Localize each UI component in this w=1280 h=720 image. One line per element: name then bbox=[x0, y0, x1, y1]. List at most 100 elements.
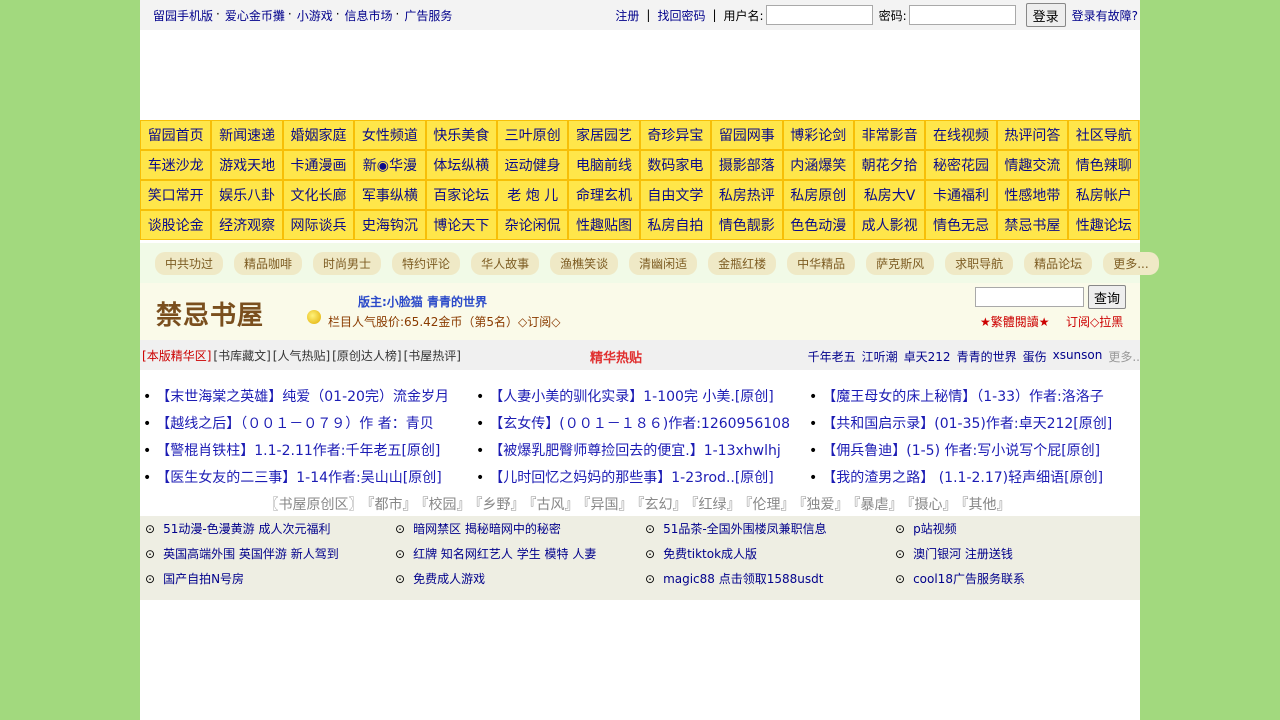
nav-item[interactable]: 谈股论金 bbox=[140, 210, 212, 240]
thread-title[interactable]: 【佣兵鲁迪】(1-5) 作者:写小说写个屁[原创] bbox=[822, 443, 1100, 459]
subnav-item[interactable]: 萨克斯风 bbox=[866, 251, 935, 275]
top-link-games[interactable]: 小游戏 bbox=[297, 7, 333, 24]
ad-item[interactable]: ⊙ magic88 点击领取1588usdt bbox=[640, 570, 890, 587]
more-authors-link[interactable]: 更多.. bbox=[1108, 348, 1140, 365]
genre-link[interactable]: 『乡野』 bbox=[476, 497, 525, 513]
thread-title[interactable]: 【我的渣男之路】 (1.1-2.17)轻声细语[原创] bbox=[822, 470, 1103, 486]
genre-link[interactable]: 『其他』 bbox=[962, 497, 1011, 513]
nav-item[interactable]: 留园网事 bbox=[711, 120, 783, 150]
nav-item[interactable]: 私房帐户 bbox=[1068, 180, 1140, 210]
ad-label[interactable]: 国产自拍N号房 bbox=[163, 572, 244, 586]
nav-item[interactable]: 卡通漫画 bbox=[282, 150, 355, 180]
nav-item[interactable]: 情色靓影 bbox=[711, 210, 783, 240]
nav-item[interactable]: 私房原创 bbox=[782, 180, 854, 210]
ad-item[interactable]: ⊙ 红牌 知名网红艺人 学生 模特 人妻 bbox=[390, 545, 640, 562]
thread-title[interactable]: 【共和国启示录】(01-35)作者:卓天212[原创] bbox=[822, 416, 1112, 432]
moderators[interactable]: 版主:小脸猫 青青的世界 bbox=[358, 293, 487, 310]
thread-item[interactable]: • 【被爆乳肥臀师尊捡回去的便宜.】1-13xhwlhj bbox=[473, 440, 806, 460]
nav-item[interactable]: 摄影部落 bbox=[711, 150, 783, 180]
nav-item[interactable]: 新闻速递 bbox=[211, 120, 283, 150]
ad-label[interactable]: 澳门银河 注册送钱 bbox=[913, 547, 1013, 561]
nav-item[interactable]: 网际谈兵 bbox=[282, 210, 355, 240]
ad-label[interactable]: 英国高端外围 英国伴游 新人驾到 bbox=[163, 547, 339, 561]
nav-item[interactable]: 婚姻家庭 bbox=[282, 120, 355, 150]
top-link-coin[interactable]: 爱心金币攤 bbox=[225, 7, 285, 24]
thread-title[interactable]: 【儿时回忆之妈妈的那些事】1-23rod..[原创] bbox=[489, 470, 774, 486]
nav-item[interactable]: 车迷沙龙 bbox=[140, 150, 212, 180]
nav-item[interactable]: 笑口常开 bbox=[140, 180, 212, 210]
nav-item[interactable]: 数码家电 bbox=[639, 150, 712, 180]
top-link-ads[interactable]: 广告服务 bbox=[404, 7, 452, 24]
thread-item[interactable]: • 【共和国启示录】(01-35)作者:卓天212[原创] bbox=[806, 413, 1139, 433]
thread-title[interactable]: 【魔王母女的床上秘情】（1-33）作者:洛洛子 bbox=[822, 389, 1104, 405]
tab-item[interactable]: [书屋热评] bbox=[404, 347, 461, 364]
thread-item[interactable]: • 【警棍肖铁柱】1.1-2.11作者:千年老五[原创] bbox=[140, 440, 473, 460]
top-link-market[interactable]: 信息市场 bbox=[345, 7, 393, 24]
tab-label[interactable]: 书库藏文 bbox=[218, 349, 266, 363]
nav-item[interactable]: 私房热评 bbox=[711, 180, 783, 210]
ad-label[interactable]: 红牌 知名网红艺人 学生 模特 人妻 bbox=[413, 547, 596, 561]
board-search-button[interactable]: 查询 bbox=[1088, 285, 1127, 309]
tab-item[interactable]: [原创达人榜] bbox=[332, 347, 401, 364]
ad-label[interactable]: cool18广告服务联系 bbox=[913, 572, 1025, 586]
genre-link[interactable]: 『都市』 bbox=[368, 497, 417, 513]
thread-title[interactable]: 【人妻小美的驯化实录】1-100完 小美.[原创] bbox=[489, 389, 774, 405]
subnav-item[interactable]: 特约评论 bbox=[392, 251, 461, 275]
nav-item[interactable]: 在线视频 bbox=[925, 120, 997, 150]
nav-item[interactable]: 私房自拍 bbox=[639, 210, 712, 240]
nav-item[interactable]: 自由文学 bbox=[639, 180, 712, 210]
tab-label[interactable]: 书屋热评 bbox=[408, 349, 456, 363]
subnav-item[interactable]: 渔樵笑谈 bbox=[550, 251, 619, 275]
genre-link[interactable]: 『校园』 bbox=[422, 497, 471, 513]
nav-item[interactable]: 性趣论坛 bbox=[1068, 210, 1140, 240]
genre-link[interactable]: 『异国』 bbox=[584, 497, 633, 513]
nav-item[interactable]: 新◉华漫 bbox=[354, 150, 426, 180]
ad-item[interactable]: ⊙ p站视频 bbox=[890, 520, 1140, 537]
ad-label[interactable]: 暗网禁区 揭秘暗网中的秘密 bbox=[413, 522, 561, 536]
nav-item[interactable]: 运动健身 bbox=[496, 150, 569, 180]
nav-item[interactable]: 老 炮 儿 bbox=[496, 180, 569, 210]
thread-item[interactable]: • 【佣兵鲁迪】(1-5) 作者:写小说写个屁[原创] bbox=[806, 440, 1139, 460]
ad-label[interactable]: 51品茶-全国外围楼凤兼职信息 bbox=[663, 522, 827, 536]
nav-item[interactable]: 娱乐八卦 bbox=[211, 180, 283, 210]
thread-item[interactable]: • 【末世海棠之英雄】纯爱（01-20完）流金岁月 bbox=[140, 386, 473, 406]
thread-item[interactable]: • 【越线之后】（００１－０７９）作 者：青贝 bbox=[140, 413, 473, 433]
tab-item[interactable]: [书库藏文] bbox=[213, 347, 270, 364]
nav-item[interactable]: 电脑前线 bbox=[568, 150, 640, 180]
ad-label[interactable]: 免费成人游戏 bbox=[413, 572, 485, 586]
traditional-link[interactable]: ★繁體閱讀★ bbox=[980, 313, 1050, 330]
nav-item[interactable]: 社区导航 bbox=[1068, 120, 1140, 150]
author-link[interactable]: 千年老五 bbox=[808, 348, 856, 365]
subnav-item[interactable]: 清幽闲适 bbox=[629, 251, 698, 275]
nav-item[interactable]: 情色辣聊 bbox=[1068, 150, 1140, 180]
nav-item[interactable]: 文化长廊 bbox=[282, 180, 355, 210]
board-price[interactable]: 栏目人气股价:65.42金币（第5名）◇订阅◇ bbox=[328, 313, 561, 330]
subnav-item[interactable]: 精品论坛 bbox=[1024, 251, 1093, 275]
nav-item[interactable]: 经济观察 bbox=[211, 210, 283, 240]
author-link[interactable]: 蛋伤 bbox=[1023, 348, 1047, 365]
nav-item[interactable]: 游戏天地 bbox=[211, 150, 283, 180]
nav-item[interactable]: 史海钩沉 bbox=[354, 210, 426, 240]
ad-label[interactable]: 51动漫-色漫黄游 成人次元福利 bbox=[163, 522, 330, 536]
genre-link[interactable]: 『红绿』 bbox=[692, 497, 741, 513]
password-input[interactable] bbox=[908, 5, 1016, 25]
subnav-item[interactable]: 精品咖啡 bbox=[234, 251, 303, 275]
genre-link[interactable]: 『摄心』 bbox=[908, 497, 957, 513]
ad-item[interactable]: ⊙ 免费tiktok成人版 bbox=[640, 545, 890, 562]
subscribe-link[interactable]: 订阅◇拉黑 bbox=[1066, 313, 1123, 330]
ad-item[interactable]: ⊙ 51品茶-全国外围楼凤兼职信息 bbox=[640, 520, 890, 537]
thread-item[interactable]: • 【魔王母女的床上秘情】（1-33）作者:洛洛子 bbox=[806, 386, 1139, 406]
nav-item[interactable]: 杂论闲侃 bbox=[496, 210, 569, 240]
subnav-item[interactable]: 中共功过 bbox=[155, 251, 224, 275]
tab-item[interactable]: [人气热贴] bbox=[273, 347, 330, 364]
nav-item[interactable]: 情色无忌 bbox=[925, 210, 997, 240]
nav-item[interactable]: 朝花夕拾 bbox=[853, 150, 926, 180]
board-search-input[interactable] bbox=[975, 287, 1084, 307]
ad-label[interactable]: 免费tiktok成人版 bbox=[663, 547, 757, 561]
tab-label[interactable]: 本版精华区 bbox=[147, 349, 207, 363]
author-link[interactable]: 青青的世界 bbox=[957, 348, 1017, 365]
author-link[interactable]: xsunson bbox=[1053, 348, 1103, 365]
author-link[interactable]: 卓天212 bbox=[904, 348, 951, 365]
nav-item[interactable]: 百家论坛 bbox=[425, 180, 497, 210]
username-input[interactable] bbox=[765, 5, 873, 25]
